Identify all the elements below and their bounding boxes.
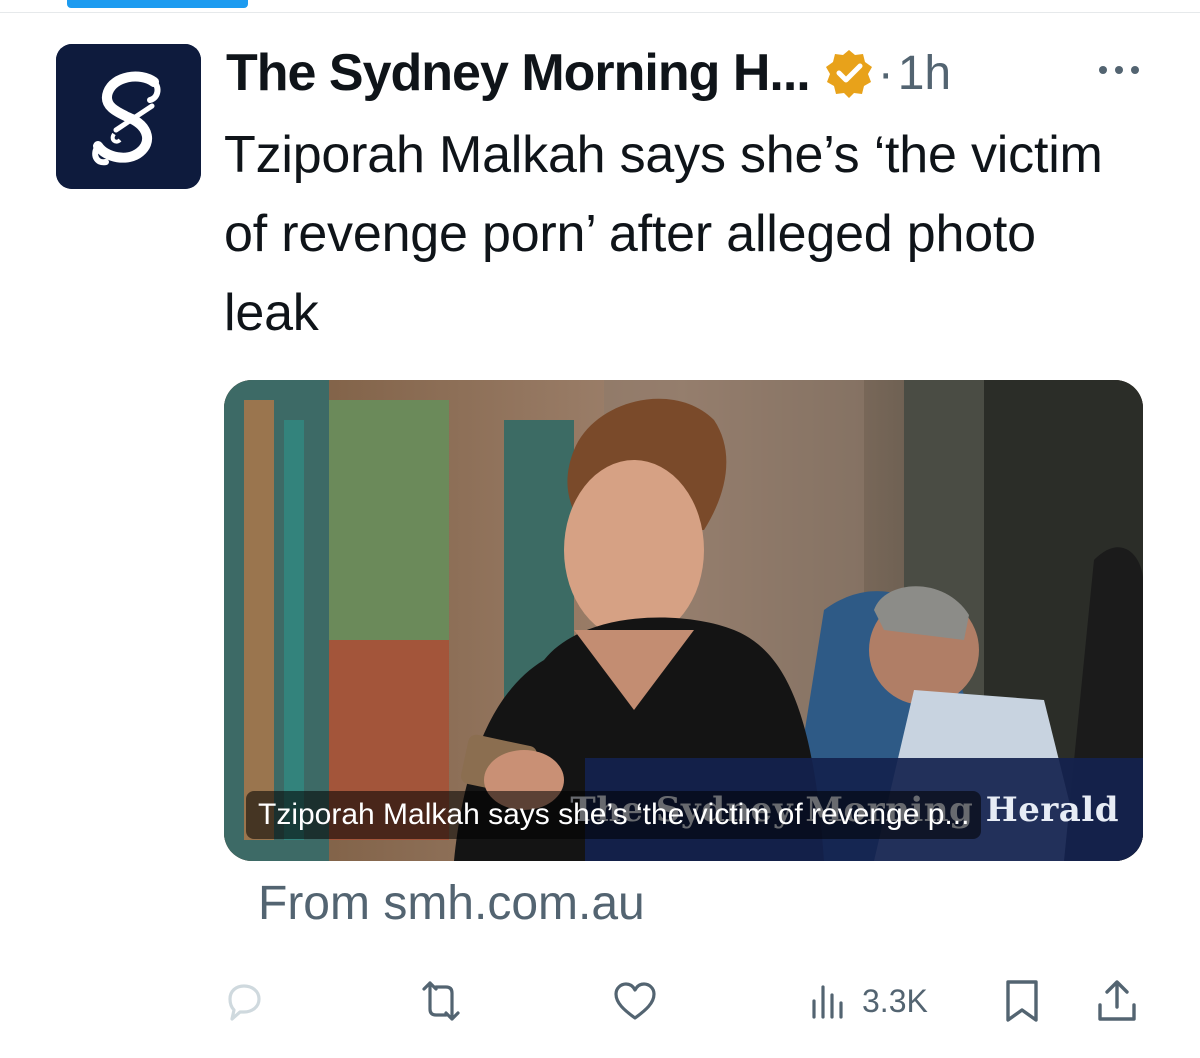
reply-icon — [228, 984, 261, 1021]
card-caption-text: Tziporah Malkah says she’s ‘the victim o… — [258, 798, 970, 831]
bookmark-button[interactable] — [1000, 975, 1044, 1027]
share-button[interactable] — [1094, 975, 1140, 1027]
card-caption: Tziporah Malkah says she’s ‘the victim o… — [246, 791, 982, 839]
bookmark-icon — [1006, 980, 1038, 1022]
like-button[interactable] — [612, 975, 658, 1027]
top-tab-bar — [0, 0, 1200, 13]
views-count: 3.3K — [862, 982, 928, 1019]
link-card[interactable]: The Sydney Morning Herald Tziporah Malka… — [224, 380, 1143, 861]
card-source[interactable]: From smh.com.au — [258, 876, 645, 931]
smh-logo-icon — [56, 44, 201, 189]
like-icon — [614, 982, 656, 1020]
post-timestamp[interactable]: 1h — [898, 46, 951, 101]
views-icon — [812, 985, 843, 1019]
more-icon[interactable] — [1096, 60, 1142, 80]
post-header: The Sydney Morning H... · 1h — [226, 38, 951, 108]
active-tab-indicator — [67, 0, 248, 8]
repost-button[interactable] — [416, 975, 466, 1027]
author-avatar[interactable] — [56, 44, 201, 189]
repost-icon — [422, 981, 460, 1021]
reply-button[interactable] — [222, 975, 266, 1027]
author-name[interactable]: The Sydney Morning H... — [226, 43, 811, 103]
share-icon — [1098, 980, 1136, 1021]
separator-dot: · — [877, 46, 894, 100]
verified-badge-icon[interactable] — [824, 48, 874, 98]
views-button[interactable]: 3.3K — [808, 975, 928, 1027]
post-text: Tziporah Malkah says she’s ‘the victim o… — [224, 126, 1103, 342]
